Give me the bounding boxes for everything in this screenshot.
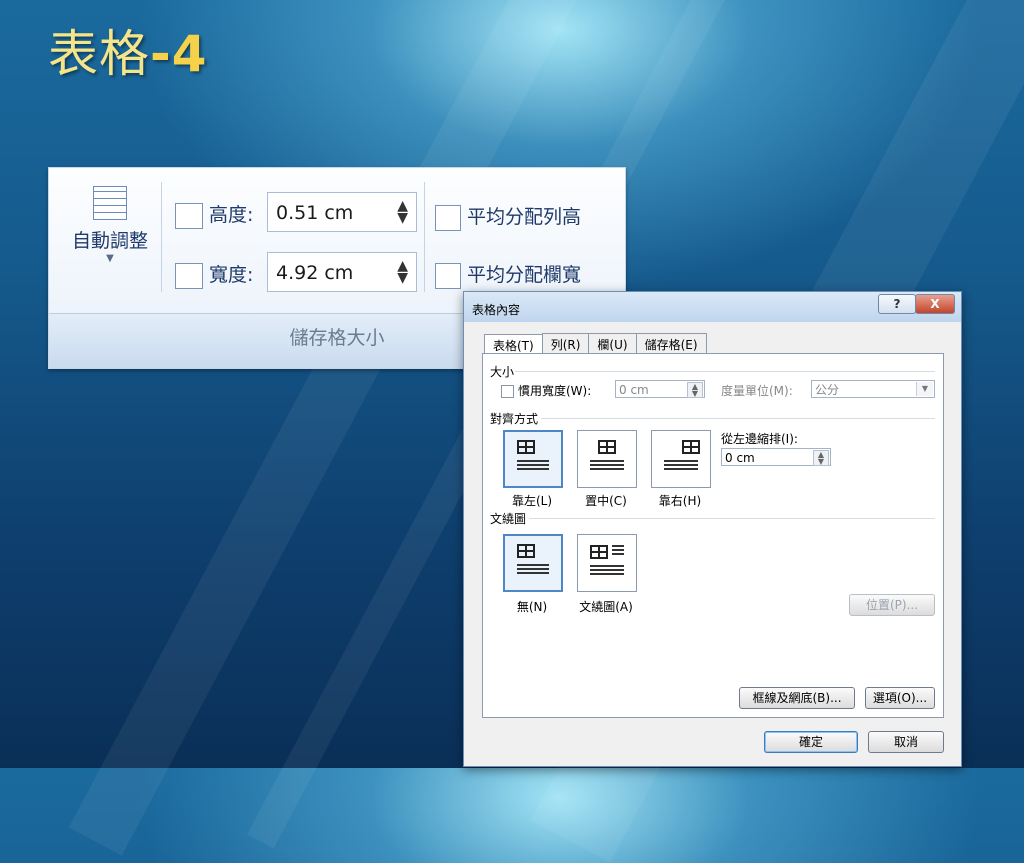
tab-row[interactable]: 列(R) [541, 333, 590, 355]
table-align-right-icon [682, 440, 700, 454]
autofit-table-icon [93, 186, 127, 220]
slide-title: 表格-4 [48, 14, 208, 86]
wrap-none-option[interactable] [503, 534, 563, 592]
text-lines-icon [590, 460, 624, 462]
align-right-label: 靠右(H) [658, 494, 702, 508]
preferred-width-input[interactable]: 0 cm ▲ ▼ [615, 380, 705, 398]
text-lines-icon [612, 545, 624, 547]
preferred-width-label: 慣用寬度(W): [518, 384, 592, 398]
close-button[interactable]: X [915, 294, 955, 314]
measure-in-value: 公分 [815, 383, 840, 397]
wrap-around-option[interactable] [577, 534, 637, 592]
indent-input[interactable]: 0 cm ▲ ▼ [721, 448, 831, 466]
row-height-input[interactable]: 0.51 cm ▲ ▼ [267, 192, 417, 232]
alignment-section-label: 對齊方式 [490, 412, 539, 426]
wrap-none-label: 無(N) [516, 600, 548, 614]
tab-panel-table: 大小 慣用寬度(W): 0 cm ▲▼ 度量單位(M): 公分 ▼ 對齊方式 [482, 353, 944, 718]
table-properties-dialog: 表格內容 ? X 表格(T) 列(R) 欄(U) 儲存格(E) 大小 慣用寬度(W):… [463, 291, 962, 767]
row-height-label: 高度: [209, 204, 254, 226]
row-height-value: 0.51 cm [276, 202, 354, 224]
distribute-cols-icon [435, 262, 461, 289]
section-divider [529, 518, 935, 519]
table-wrap-none-icon [517, 544, 535, 558]
indent-value: 0 cm [725, 451, 755, 465]
measure-in-select[interactable]: 公分 ▼ [811, 380, 935, 398]
size-section-label: 大小 [490, 365, 515, 379]
text-lines-icon [517, 460, 549, 462]
align-center-option[interactable] [577, 430, 637, 488]
chevron-down-icon: ▼ [916, 382, 933, 396]
measure-in-label: 度量單位(M): [721, 384, 793, 398]
wrap-section-label: 文繞圖 [490, 512, 527, 526]
slide-title-text: 表格 [48, 25, 150, 83]
align-left-option[interactable] [503, 430, 563, 488]
col-width-spinner[interactable]: ▲ ▼ [397, 259, 408, 285]
borders-shading-button[interactable]: 框線及網底(B)... [739, 687, 855, 709]
distribute-rows-icon [435, 204, 461, 231]
col-width-label: 寬度: [209, 264, 254, 286]
indent-label: 從左邊縮排(I): [721, 432, 798, 446]
text-lines-icon [590, 565, 624, 567]
preferred-width-spinner[interactable]: ▲ ▼ [687, 382, 703, 398]
table-align-left-icon [517, 440, 535, 454]
distribute-cols-button[interactable]: 平均分配欄寬 [435, 260, 581, 289]
autofit-button[interactable]: 自動調整 ▼ [55, 182, 165, 264]
table-wrap-around-icon [590, 545, 608, 559]
align-left-label: 靠左(L) [511, 494, 553, 508]
ribbon-separator [161, 182, 162, 292]
row-height-spinner[interactable]: ▲ ▼ [397, 199, 408, 225]
col-width-label-group: 寬度: [175, 260, 253, 289]
help-button[interactable]: ? [878, 294, 916, 314]
align-right-option[interactable] [651, 430, 711, 488]
options-button[interactable]: 選項(O)... [865, 687, 935, 709]
row-height-label-group: 高度: [175, 200, 253, 229]
preferred-width-checkbox[interactable] [501, 385, 514, 398]
preferred-width-checkbox-group[interactable]: 慣用寬度(W): [501, 382, 591, 399]
chevron-down-icon: ▼ [106, 253, 114, 264]
text-lines-icon [517, 564, 549, 566]
ribbon-separator [424, 182, 425, 292]
col-width-input[interactable]: 4.92 cm ▲ ▼ [267, 252, 417, 292]
distribute-rows-button[interactable]: 平均分配列高 [435, 202, 581, 231]
section-divider [515, 371, 935, 372]
table-align-center-icon [598, 440, 616, 454]
slide-title-suffix: -4 [150, 25, 208, 83]
cancel-button[interactable]: 取消 [868, 731, 944, 753]
ok-button[interactable]: 確定 [764, 731, 858, 753]
section-divider [541, 418, 935, 419]
distribute-cols-label: 平均分配欄寬 [467, 264, 582, 286]
dialog-title: 表格內容 [472, 303, 521, 317]
text-lines-icon [664, 460, 698, 462]
preferred-width-value: 0 cm [619, 383, 649, 397]
distribute-rows-label: 平均分配列高 [467, 206, 582, 228]
tab-column[interactable]: 欄(U) [588, 333, 637, 355]
dialog-tabs: 表格(T) 列(R) 欄(U) 儲存格(E) [484, 333, 707, 357]
col-width-value: 4.92 cm [276, 262, 354, 284]
dialog-titlebar[interactable]: 表格內容 ? X [464, 292, 961, 322]
col-width-icon [175, 262, 203, 289]
row-height-icon [175, 202, 203, 229]
wrap-around-label: 文繞圖(A) [579, 600, 633, 614]
autofit-label: 自動調整 [71, 230, 148, 252]
tab-cell[interactable]: 儲存格(E) [635, 333, 707, 355]
align-center-label: 置中(C) [585, 494, 627, 508]
indent-spinner[interactable]: ▲ ▼ [813, 450, 829, 466]
position-button[interactable]: 位置(P)... [849, 594, 935, 616]
